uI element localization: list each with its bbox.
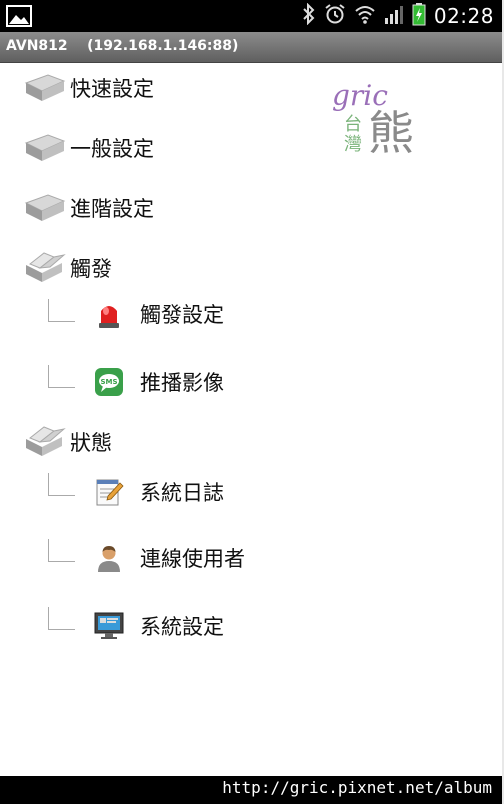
tree-connector (48, 365, 75, 388)
menu-item-connected-users[interactable]: 連線使用者 (94, 543, 245, 573)
menu-item-push-images[interactable]: SMS 推播影像 (94, 367, 224, 397)
signal-icon (384, 3, 404, 29)
menu-item-general-settings[interactable]: 一般設定 (24, 131, 154, 165)
app-screen: 02:28 AVN812 (192.168.1.146:88) gric 台 灣… (0, 0, 502, 804)
sms-icon: SMS (95, 368, 123, 396)
menu-item-advanced-settings[interactable]: 進階設定 (24, 191, 154, 225)
bluetooth-icon (302, 2, 316, 29)
menu-item-label: 狀態 (70, 431, 112, 455)
tree-connector (48, 539, 75, 562)
alarm-icon (324, 3, 346, 29)
folder-closed-icon (24, 194, 66, 221)
folder-open-icon (26, 252, 66, 282)
menu-item-label: 快速設定 (70, 77, 154, 101)
watermark-small-1: 台 (344, 114, 362, 135)
footer-url: http://gric.pixnet.net/album (222, 778, 492, 797)
status-icons: 02:28 (302, 0, 494, 32)
menu-item-label: 推播影像 (140, 371, 224, 395)
menu-item-status[interactable]: 狀態 (24, 425, 112, 459)
alarm-siren-icon (99, 306, 119, 328)
menu-item-label: 連線使用者 (140, 547, 245, 571)
menu-tree: gric 台 灣 熊 快速設定 一般設定 進階設定 觸發 觸發設定 SMS 推播… (0, 63, 502, 776)
tree-connector (48, 607, 75, 630)
folder-open-icon (26, 426, 66, 456)
wifi-icon (354, 3, 376, 29)
menu-item-label: 一般設定 (70, 137, 154, 161)
folder-closed-icon (24, 74, 66, 101)
menu-item-label: 系統日誌 (140, 481, 224, 505)
status-bar: 02:28 (0, 0, 502, 32)
clock: 02:28 (433, 4, 494, 28)
svg-text:SMS: SMS (100, 378, 117, 386)
title-bar: AVN812 (192.168.1.146:88) (0, 32, 502, 63)
menu-item-label: 進階設定 (70, 197, 154, 221)
menu-item-system-settings[interactable]: 系統設定 (94, 611, 224, 641)
gallery-icon (6, 5, 32, 27)
menu-item-trigger-settings[interactable]: 觸發設定 (94, 299, 224, 329)
watermark-large: 熊 (368, 106, 414, 157)
bottom-bar: http://gric.pixnet.net/album (0, 776, 502, 804)
tree-connector (48, 299, 75, 322)
menu-item-label: 觸發 (70, 257, 112, 281)
gric-watermark-logo: gric 台 灣 熊 (326, 77, 424, 160)
menu-item-trigger[interactable]: 觸發 (24, 251, 112, 285)
user-icon (98, 546, 120, 572)
battery-charging-icon (412, 2, 426, 30)
folder-closed-icon (24, 134, 66, 161)
page-title: AVN812 (192.168.1.146:88) (6, 38, 239, 54)
menu-item-quick-settings[interactable]: 快速設定 (24, 71, 154, 105)
notepad-icon (96, 479, 124, 506)
monitor-settings-icon (94, 612, 124, 639)
menu-item-label: 系統設定 (140, 615, 224, 639)
menu-item-label: 觸發設定 (140, 303, 224, 327)
watermark-small-2: 灣 (344, 134, 362, 155)
menu-item-system-log[interactable]: 系統日誌 (94, 477, 224, 507)
tree-connector (48, 473, 75, 496)
